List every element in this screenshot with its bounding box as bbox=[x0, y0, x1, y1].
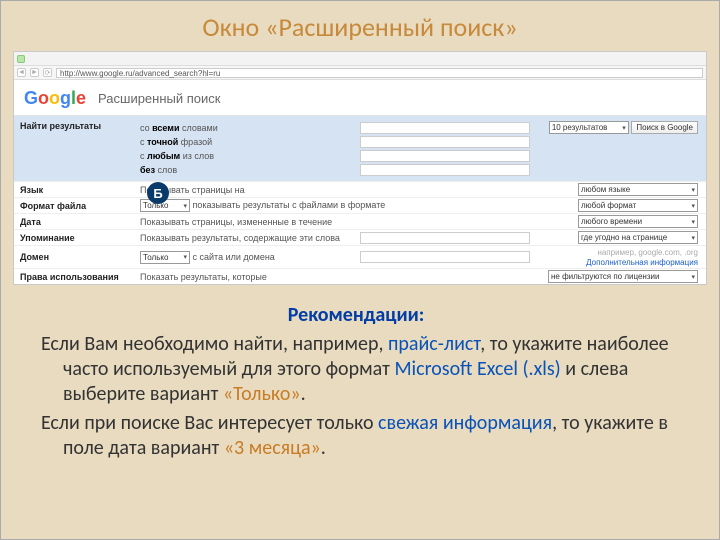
tab-bar bbox=[14, 52, 706, 66]
callout-marker-b: Б bbox=[147, 182, 169, 204]
input-exact-phrase[interactable] bbox=[360, 136, 530, 148]
select-file-format[interactable]: любой формат bbox=[578, 199, 698, 212]
row-without-words-label: без слов bbox=[134, 163, 354, 177]
label-date: Дата bbox=[14, 214, 134, 230]
label-mention: Упоминание bbox=[14, 230, 134, 246]
search-button[interactable]: Поиск в Google bbox=[631, 121, 698, 134]
select-date[interactable]: любого времени bbox=[578, 215, 698, 228]
reload-button[interactable]: ⟳ bbox=[43, 68, 52, 77]
label-domain: Домен bbox=[14, 246, 134, 269]
page-title: Расширенный поиск bbox=[98, 91, 220, 106]
select-only-domain[interactable]: Только bbox=[140, 251, 190, 264]
input-without-words[interactable] bbox=[360, 164, 530, 176]
label-file-format: Формат файла bbox=[14, 198, 134, 214]
url-bar: ◄ ► ⟳ http://www.google.ru/advanced_sear… bbox=[14, 66, 706, 80]
find-results-section: Найти результаты со всеми словами 10 рез… bbox=[14, 116, 706, 181]
domain-more-link[interactable]: Дополнительная информация bbox=[586, 258, 698, 267]
desc-date: Показывать страницы, измененные в течени… bbox=[134, 214, 536, 230]
input-any-words[interactable] bbox=[360, 150, 530, 162]
desc-domain: Только с сайта или домена bbox=[134, 246, 354, 269]
back-button[interactable]: ◄ bbox=[17, 68, 26, 77]
select-rights[interactable]: не фильтруются по лицензии bbox=[548, 270, 698, 283]
url-input[interactable]: http://www.google.ru/advanced_search?hl=… bbox=[56, 68, 703, 78]
desc-rights: Показать результаты, которые bbox=[134, 269, 536, 285]
input-all-words[interactable] bbox=[360, 122, 530, 134]
select-mention-location[interactable]: где угодно на странице bbox=[578, 231, 698, 244]
recommendations-title: Рекомендации: bbox=[23, 303, 689, 328]
recommendation-2: Если при поиске Вас интересует только св… bbox=[23, 411, 689, 461]
forward-button[interactable]: ► bbox=[30, 68, 39, 77]
row-all-words-label: со всеми словами bbox=[134, 120, 354, 135]
tab-favicon bbox=[17, 55, 25, 63]
input-mention[interactable] bbox=[360, 232, 530, 244]
row-any-words-label: с любым из слов bbox=[134, 149, 354, 163]
browser-screenshot: ◄ ► ⟳ http://www.google.ru/advanced_sear… bbox=[13, 51, 707, 285]
select-language[interactable]: любом языке bbox=[578, 183, 698, 196]
label-rights: Права использования bbox=[14, 269, 134, 285]
desc-language: Показывать страницы на bbox=[134, 182, 536, 198]
row-exact-phrase-label: с точной фразой bbox=[134, 135, 354, 149]
page-header: Google Расширенный поиск bbox=[14, 80, 706, 116]
label-language: Язык bbox=[14, 182, 134, 198]
domain-hint: например, google.com, .org bbox=[597, 248, 698, 257]
recommendations: Рекомендации: Если Вам необходимо найти,… bbox=[1, 285, 719, 461]
results-count-select[interactable]: 10 результатов bbox=[549, 121, 629, 134]
desc-file-format: Только показывать результаты с файлами в… bbox=[134, 198, 536, 214]
find-heading: Найти результаты bbox=[14, 120, 134, 177]
google-logo: Google bbox=[24, 88, 86, 109]
recommendation-1: Если Вам необходимо найти, например, пра… bbox=[23, 332, 689, 407]
slide-title: Окно «Расширенный поиск» bbox=[1, 1, 719, 51]
input-domain[interactable] bbox=[360, 251, 530, 263]
desc-mention: Показывать результаты, содержащие эти сл… bbox=[134, 230, 354, 246]
